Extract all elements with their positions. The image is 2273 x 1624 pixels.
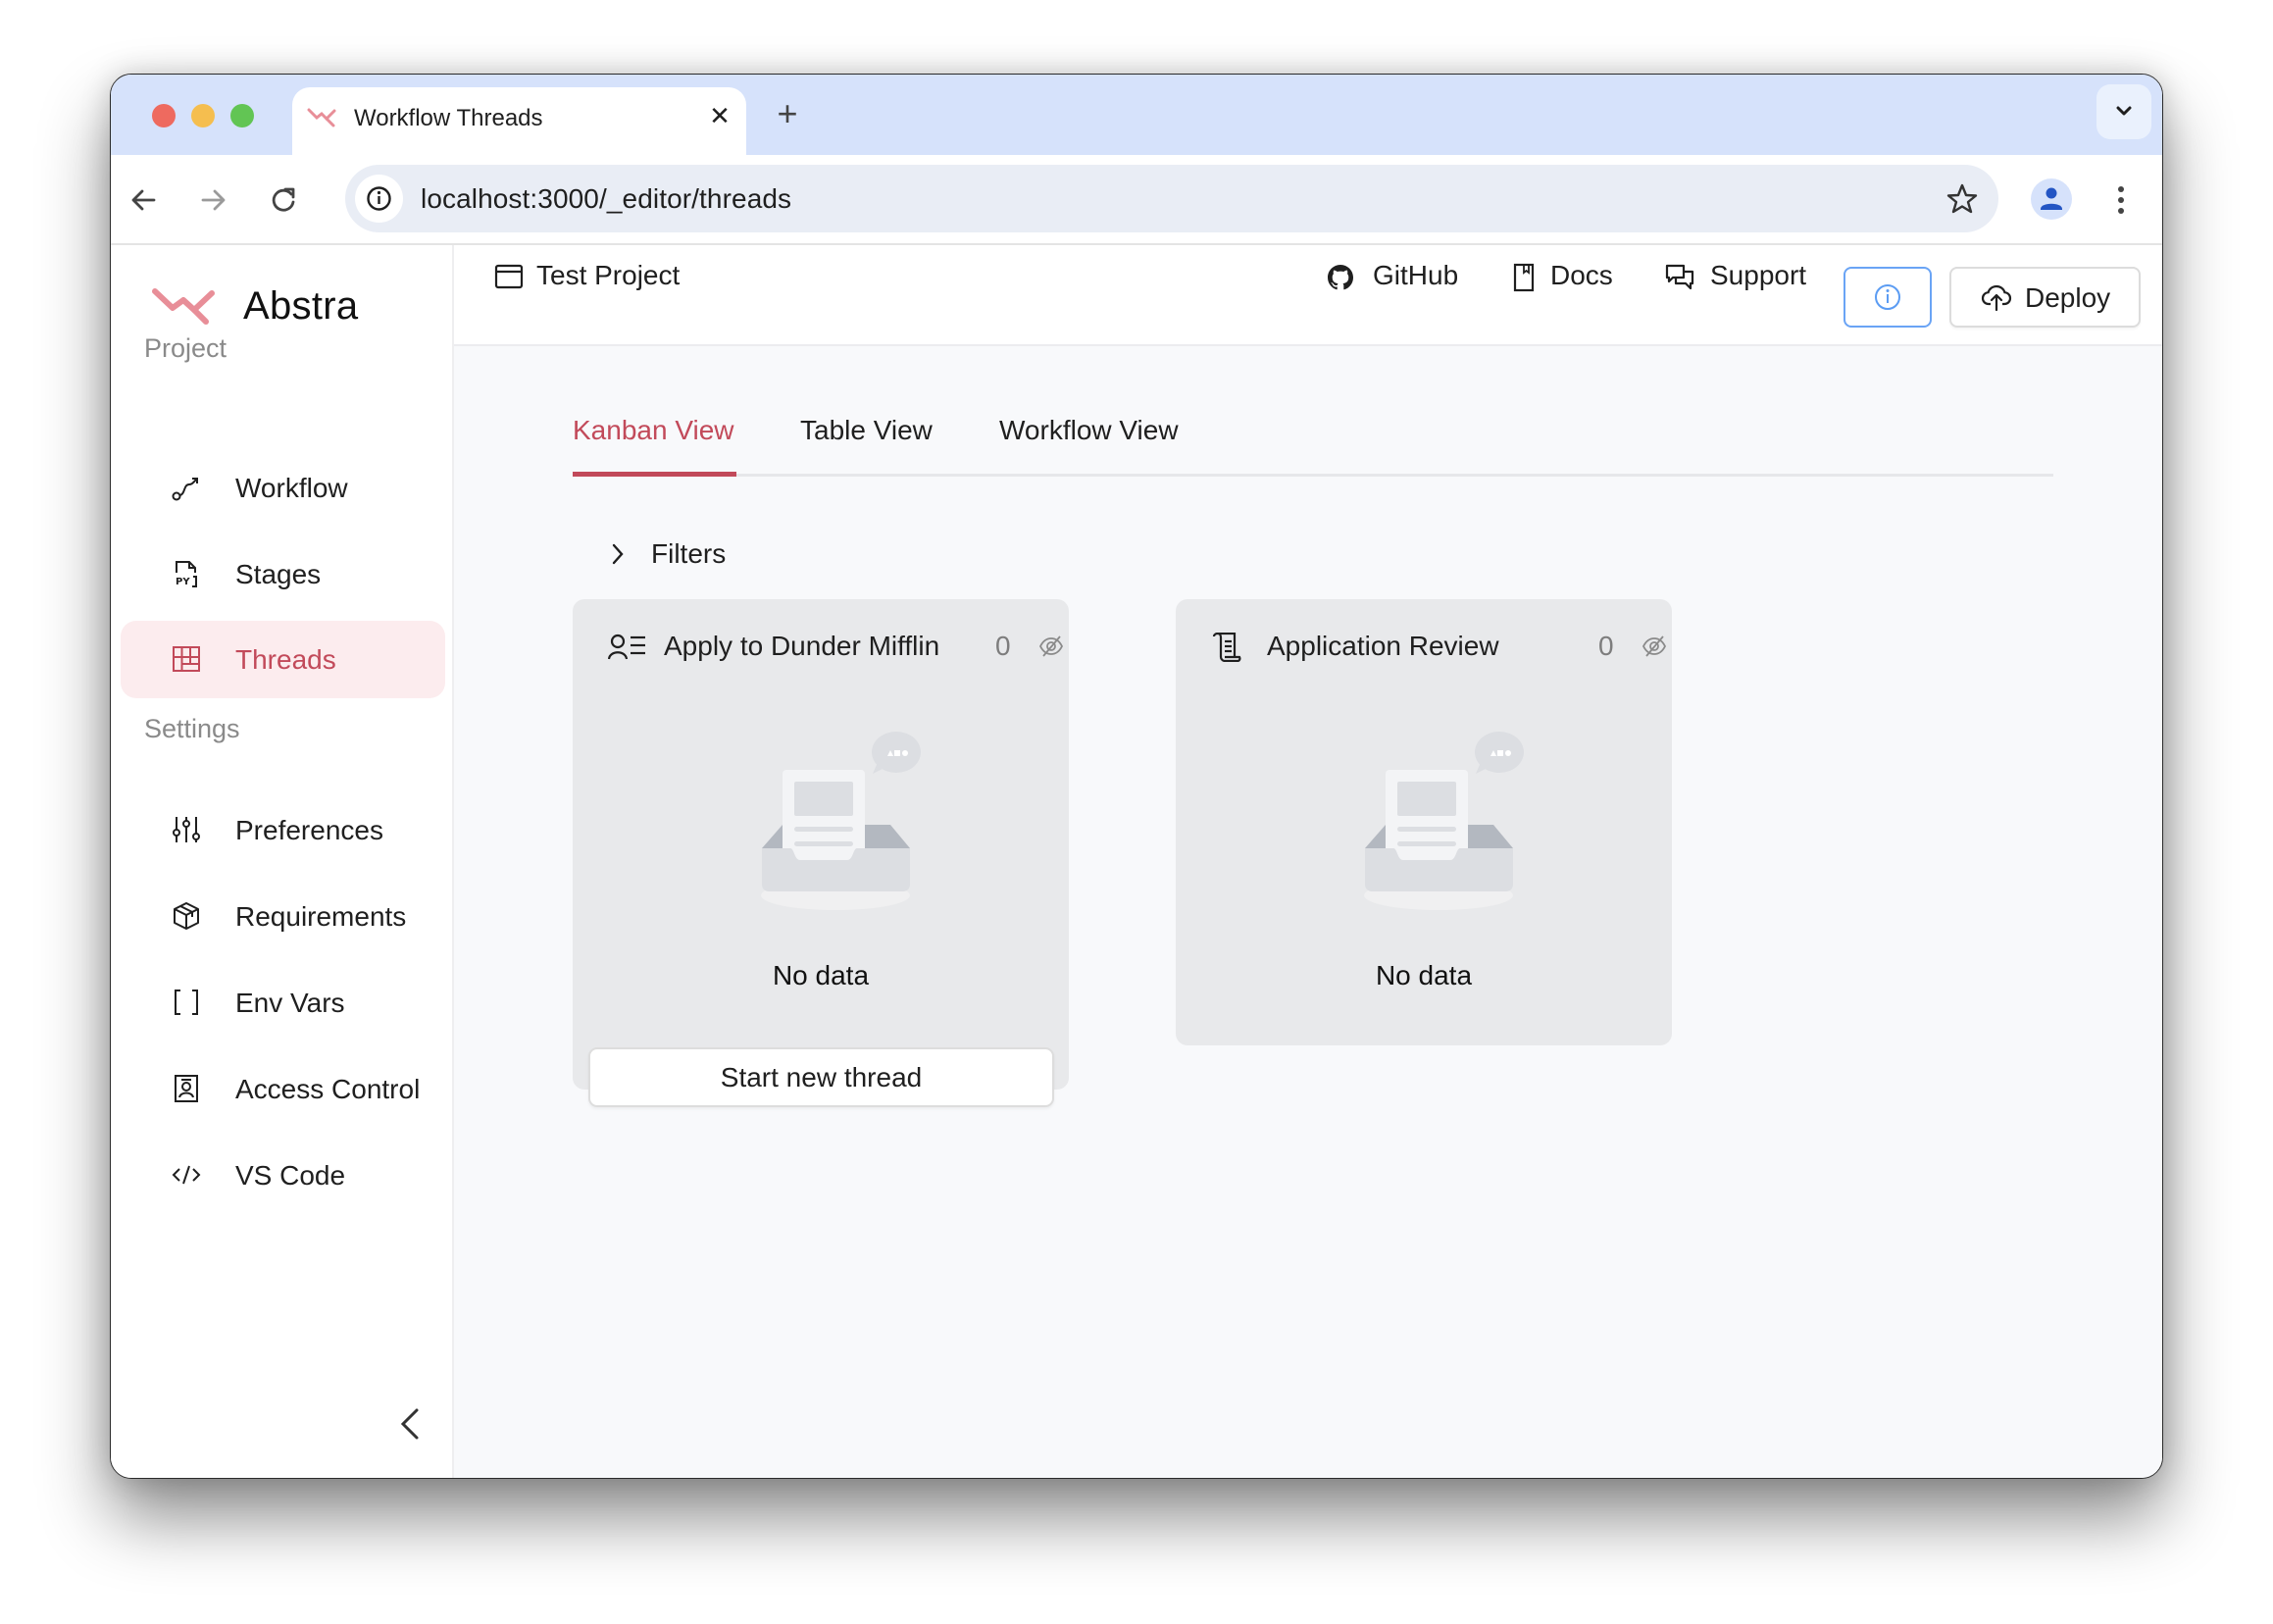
filters-toggle[interactable]: Filters — [651, 538, 726, 570]
empty-state-text: No data — [1375, 960, 1473, 990]
spacer-16 — [110, 180, 113, 220]
tab-kanban-view[interactable]: Kanban View — [573, 415, 734, 446]
brackets-icon — [175, 990, 198, 1015]
sidebar-item-threads[interactable]: Threads — [121, 621, 445, 698]
sidebar-item-preferences[interactable]: Preferences — [121, 791, 445, 869]
chevron-right-icon[interactable] — [609, 541, 627, 567]
eye-off-icon[interactable] — [1642, 634, 1667, 659]
github-icon — [1328, 265, 1353, 290]
empty-inbox-icon — [1364, 732, 1524, 910]
back-button-icon[interactable] — [125, 180, 164, 220]
chat-icon — [1665, 264, 1694, 290]
kanban-column: Application Review 0 No data — [1176, 599, 1672, 1045]
docs-link[interactable]: Docs — [1550, 260, 1613, 291]
url-text[interactable]: localhost:3000/_editor/threads — [421, 183, 791, 215]
sidebar-item-label: Access Control — [235, 1074, 421, 1104]
sidebar-item-label: Env Vars — [235, 988, 345, 1018]
sidebar-item-vs-code[interactable]: VS Code — [121, 1137, 445, 1214]
tab-table-view[interactable]: Table View — [800, 415, 933, 446]
scroll-icon — [1212, 633, 1241, 662]
chevron-left-icon[interactable] — [395, 1404, 429, 1444]
user-badge-icon — [175, 1075, 198, 1102]
window-close-button[interactable] — [152, 104, 176, 127]
sidebar-item-stages[interactable]: PY Stages — [121, 535, 445, 613]
code-icon — [172, 1165, 201, 1185]
sidebar-item-label: Requirements — [235, 901, 407, 932]
tab-strip: Workflow Threads ✕ + — [111, 75, 2162, 162]
site-info-button[interactable] — [355, 175, 403, 223]
python-file-icon: PY — [176, 561, 197, 587]
eye-off-icon[interactable] — [1038, 634, 1064, 659]
column-count: 0 — [1598, 631, 1614, 661]
bookmark-star-icon[interactable] — [1944, 180, 1981, 218]
column-title: Apply to Dunder Mifflin — [664, 631, 940, 661]
kanban-icon — [173, 646, 200, 672]
user-list-icon — [608, 634, 645, 660]
sidebar-item-workflow[interactable]: Workflow — [121, 449, 445, 527]
sidebar-item-label: Stages — [235, 559, 322, 589]
project-window-icon — [494, 264, 524, 289]
sidebar-item-label: VS Code — [235, 1160, 346, 1191]
start-new-thread-button[interactable]: Start new thread — [588, 1047, 1054, 1107]
window-maximize-button[interactable] — [230, 104, 254, 127]
column-count: 0 — [995, 631, 1011, 661]
address-bar[interactable]: localhost:3000/_editor/threads — [345, 165, 1998, 232]
info-button[interactable] — [1844, 267, 1932, 328]
kanban-column: Apply to Dunder Mifflin 0 No data Start … — [573, 599, 1069, 1107]
book-icon — [1513, 263, 1535, 292]
tab-search-button[interactable] — [2096, 84, 2151, 139]
abstra-favicon-icon — [307, 108, 336, 127]
section-label-project: Project — [144, 333, 227, 363]
tab-workflow-view[interactable]: Workflow View — [999, 415, 1179, 446]
sliders-icon — [173, 817, 200, 842]
brand-name: Abstra — [243, 284, 359, 328]
tabs-divider — [573, 474, 2053, 477]
support-link[interactable]: Support — [1710, 260, 1806, 291]
sidebar-item-label: Threads — [235, 644, 336, 675]
browser-toolbar: localhost:3000/_editor/threads — [111, 155, 2162, 245]
forward-button-icon[interactable] — [193, 180, 232, 220]
cloud-upload-icon — [1981, 284, 2012, 312]
window-minimize-button[interactable] — [191, 104, 215, 127]
abstra-logo-icon — [152, 288, 215, 325]
svg-text:PY: PY — [176, 577, 190, 587]
browser-window: Workflow Threads ✕ + localhost:3000/_edi… — [110, 74, 2163, 1479]
column-title: Application Review — [1267, 631, 1499, 661]
sidebar-item-env-vars[interactable]: Env Vars — [121, 964, 445, 1041]
deploy-button[interactable]: Deploy — [1949, 267, 2141, 328]
sidebar-item-access-control[interactable]: Access Control — [121, 1050, 445, 1128]
browser-tab-active[interactable]: Workflow Threads ✕ — [292, 87, 746, 162]
tab-close-icon[interactable]: ✕ — [705, 101, 734, 130]
more-menu-icon[interactable] — [2111, 180, 2131, 220]
deploy-label: Deploy — [2025, 282, 2111, 313]
package-icon — [174, 902, 199, 930]
empty-state-text: No data — [772, 960, 870, 990]
person-icon — [2041, 187, 2062, 210]
section-label-settings: Settings — [144, 714, 240, 743]
info-icon — [367, 186, 391, 211]
github-link[interactable]: GitHub — [1373, 260, 1458, 291]
active-tab-indicator — [573, 472, 736, 477]
new-tab-button[interactable]: + — [771, 96, 804, 131]
sidebar-item-label: Workflow — [235, 473, 348, 503]
sidebar-item-label: Preferences — [235, 815, 383, 845]
profile-avatar[interactable] — [2031, 178, 2072, 220]
project-name[interactable]: Test Project — [536, 260, 680, 291]
sidebar-item-requirements[interactable]: Requirements — [121, 878, 445, 955]
info-icon — [1875, 284, 1900, 310]
workflow-icon — [172, 478, 198, 501]
empty-inbox-icon — [761, 732, 921, 910]
chevron-down-icon — [2116, 106, 2132, 116]
reload-button-icon[interactable] — [264, 180, 303, 220]
tab-title: Workflow Threads — [354, 105, 543, 131]
